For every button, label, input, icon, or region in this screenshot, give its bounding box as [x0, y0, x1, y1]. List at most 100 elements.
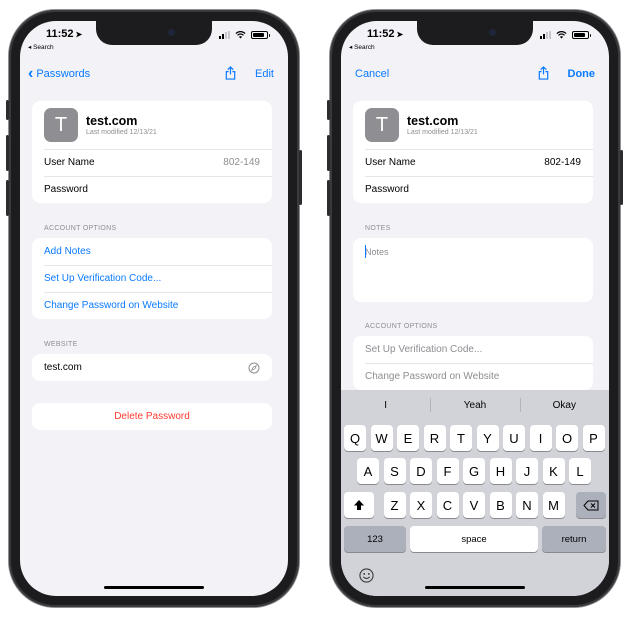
key-j[interactable]: J — [516, 458, 538, 484]
delete-key[interactable] — [576, 492, 606, 518]
back-passwords-button[interactable]: ‹ Passwords — [28, 65, 91, 81]
account-options-card: Add Notes Set Up Verification Code... Ch… — [32, 238, 272, 319]
location-arrow-icon: ➤ — [396, 30, 404, 39]
change-password-website-button[interactable]: Change Password on Website — [32, 292, 272, 319]
key-z[interactable]: Z — [383, 492, 406, 518]
password-label: Password — [365, 184, 409, 195]
website-card: test.com — [32, 354, 272, 381]
username-row[interactable]: User Name 802-149 — [353, 149, 593, 176]
site-title: test.com — [407, 114, 459, 128]
site-header: T test.com Last modified 12/13/21 — [353, 101, 593, 149]
key-q[interactable]: Q — [344, 425, 366, 451]
emoji-icon[interactable] — [359, 568, 374, 583]
numbers-key[interactable]: 123 — [344, 526, 406, 552]
mute-switch — [6, 100, 9, 120]
volume-up-button — [327, 135, 330, 171]
username-value: 802-149 — [544, 157, 581, 168]
key-d[interactable]: D — [410, 458, 432, 484]
key-m[interactable]: M — [542, 492, 565, 518]
suggestion-2[interactable]: Yeah — [430, 397, 519, 412]
key-p[interactable]: P — [582, 425, 605, 451]
key-n[interactable]: N — [516, 492, 538, 518]
setup-verification-code-button[interactable]: Set Up Verification Code... — [353, 336, 593, 363]
status-time: 11:52 ➤ — [367, 28, 404, 40]
key-a[interactable]: A — [357, 458, 379, 484]
location-arrow-icon: ➤ — [75, 30, 83, 39]
key-y[interactable]: Y — [476, 425, 499, 451]
battery-icon — [251, 31, 270, 39]
last-modified: Last modified 12/13/21 — [407, 129, 478, 136]
notes-card: Notes — [353, 238, 593, 302]
back-to-app[interactable]: ◂ Search — [28, 43, 54, 51]
key-i[interactable]: I — [529, 425, 552, 451]
shift-icon — [354, 500, 364, 510]
last-modified: Last modified 12/13/21 — [86, 129, 157, 136]
shift-key[interactable] — [344, 492, 374, 518]
key-o[interactable]: O — [556, 425, 578, 451]
change-password-website-button[interactable]: Change Password on Website — [353, 363, 593, 390]
notes-header: NOTES — [365, 225, 391, 232]
password-row[interactable]: Password — [353, 176, 593, 203]
password-row[interactable]: Password — [32, 176, 272, 203]
credentials-card: T test.com Last modified 12/13/21 User N… — [353, 101, 593, 203]
key-x[interactable]: X — [410, 492, 432, 518]
mute-switch — [327, 100, 330, 120]
key-k[interactable]: K — [542, 458, 565, 484]
cancel-button[interactable]: Cancel — [355, 68, 389, 80]
key-row-2: A S D F G H J K L — [341, 458, 609, 484]
share-icon[interactable] — [224, 65, 237, 80]
volume-up-button — [6, 135, 9, 171]
text-caret — [365, 245, 366, 258]
key-r[interactable]: R — [423, 425, 446, 451]
website-row[interactable]: test.com — [32, 354, 272, 381]
back-to-app[interactable]: ◂ Search — [349, 43, 375, 51]
key-s[interactable]: S — [383, 458, 406, 484]
return-key[interactable]: return — [542, 526, 606, 552]
website-header: WEBSITE — [44, 341, 78, 348]
password-label: Password — [44, 184, 88, 195]
suggestion-3[interactable]: Okay — [519, 397, 609, 412]
key-t[interactable]: T — [450, 425, 472, 451]
account-options-header: ACCOUNT OPTIONS — [365, 323, 438, 330]
key-e[interactable]: E — [397, 425, 419, 451]
notes-placeholder: Notes — [365, 247, 389, 257]
key-w[interactable]: W — [370, 425, 393, 451]
key-g[interactable]: G — [463, 458, 485, 484]
edit-button[interactable]: Edit — [255, 68, 274, 80]
add-notes-button[interactable]: Add Notes — [32, 238, 272, 265]
key-f[interactable]: F — [436, 458, 459, 484]
screen-password-edit: 11:52➤ ◂ Search Cancel Done T test.com — [341, 21, 609, 596]
done-button[interactable]: Done — [568, 68, 596, 80]
key-row-1: Q W E R T Y U I O P — [341, 425, 609, 451]
share-icon[interactable] — [537, 65, 550, 80]
key-u[interactable]: U — [503, 425, 525, 451]
suggestion-1[interactable]: I — [341, 400, 430, 411]
phone-right: 11:52➤ ◂ Search Cancel Done T test.com — [327, 10, 623, 607]
battery-icon — [572, 31, 591, 39]
key-c[interactable]: C — [436, 492, 459, 518]
key-v[interactable]: V — [463, 492, 485, 518]
key-b[interactable]: B — [489, 492, 512, 518]
setup-verification-code-button[interactable]: Set Up Verification Code... — [32, 265, 272, 292]
key-l[interactable]: L — [569, 458, 591, 484]
username-label: User Name — [44, 157, 95, 168]
notes-input[interactable]: Notes — [353, 238, 593, 302]
home-indicator[interactable] — [425, 586, 525, 589]
username-row[interactable]: User Name 802-149 — [32, 149, 272, 176]
home-indicator[interactable] — [104, 586, 204, 589]
predictive-bar: I Yeah Okay — [341, 390, 609, 420]
site-title: test.com — [86, 114, 138, 128]
side-button — [620, 150, 623, 205]
volume-down-button — [6, 180, 9, 216]
cellular-signal-icon — [219, 31, 230, 39]
key-row-3: Z X C V B N M — [341, 492, 609, 518]
delete-password-button[interactable]: Delete Password — [32, 403, 272, 430]
key-h[interactable]: H — [489, 458, 512, 484]
notch — [417, 21, 533, 45]
space-key[interactable]: space — [410, 526, 538, 552]
back-label: Passwords — [36, 68, 91, 80]
screen-password-detail: 11:52 ➤ ◂ Search ‹ Passwords Edit T test… — [20, 21, 288, 596]
compass-icon[interactable] — [248, 362, 260, 374]
volume-down-button — [327, 180, 330, 216]
side-button — [299, 150, 302, 205]
